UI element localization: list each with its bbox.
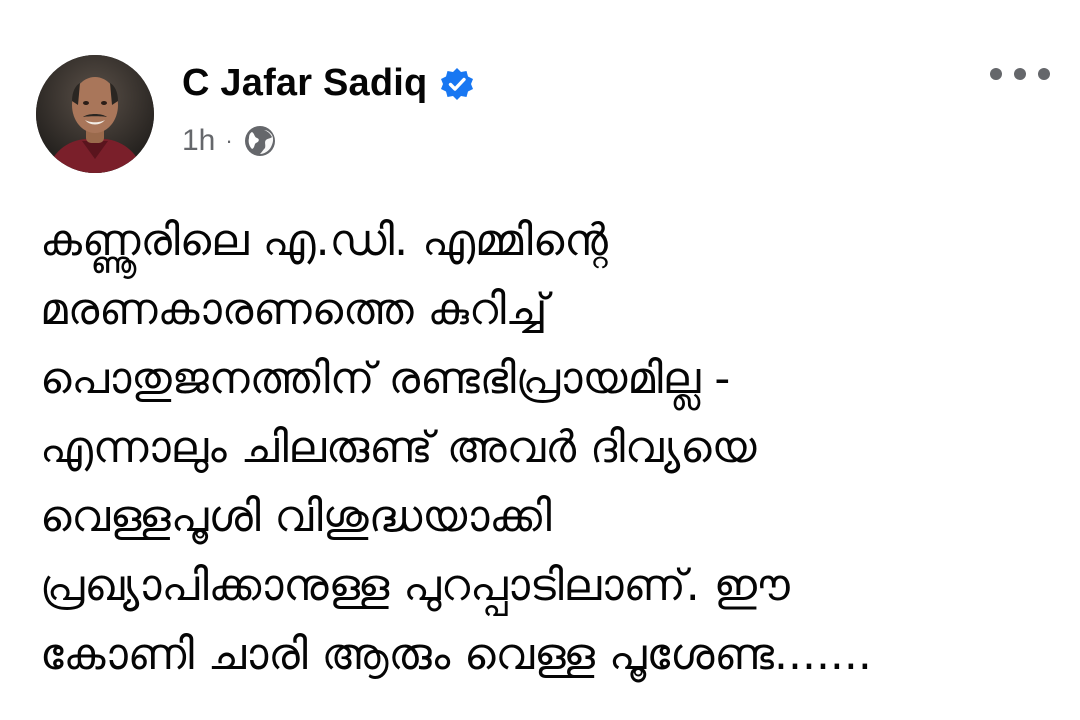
author-avatar[interactable] xyxy=(36,55,154,173)
more-dot-icon xyxy=(990,68,1002,80)
profile-photo-icon xyxy=(36,55,154,173)
post-text-line: വെള്ളപൂശി വിശുദ്ധയാക്കി xyxy=(40,491,552,542)
more-options-button[interactable] xyxy=(990,62,1050,86)
post-text-line: കണ്ണൂരിലെ എ.ഡി. എമ്മിന്റെ xyxy=(40,215,608,266)
author-name[interactable]: C Jafar Sadiq xyxy=(182,62,427,105)
post-text-line: പ്രഖ്യാപിക്കാനുള്ള പുറപ്പാടിലാണ്. ഈ xyxy=(40,560,790,611)
post-meta: 1h · xyxy=(182,124,277,158)
post-body: കണ്ണൂരിലെ എ.ഡി. എമ്മിന്റെ മരണകാരണത്തെ കു… xyxy=(40,206,1050,689)
post-timestamp[interactable]: 1h xyxy=(182,124,215,158)
post-text-line: പൊതുജനത്തിന് രണ്ടഭിപ്രായമില്ല - xyxy=(40,353,731,404)
facebook-post: C Jafar Sadiq 1h · കണ്ണൂരിലെ എ.ഡി. എമ്മി… xyxy=(0,0,1080,720)
author-header: C Jafar Sadiq xyxy=(182,62,475,105)
globe-icon[interactable] xyxy=(243,124,277,158)
post-text-line: എന്നാലും ചിലരുണ്ട് അവർ ദിവ്യയെ xyxy=(40,422,757,473)
more-dot-icon xyxy=(1038,68,1050,80)
more-dot-icon xyxy=(1014,68,1026,80)
verified-badge-icon xyxy=(441,67,474,100)
post-text-line: മരണകാരണത്തെ കുറിച്ച് xyxy=(40,284,548,335)
post-text-line: കോണി ചാരി ആരും വെള്ള പൂശേണ്ട....... xyxy=(40,629,872,680)
meta-separator: · xyxy=(225,128,233,153)
